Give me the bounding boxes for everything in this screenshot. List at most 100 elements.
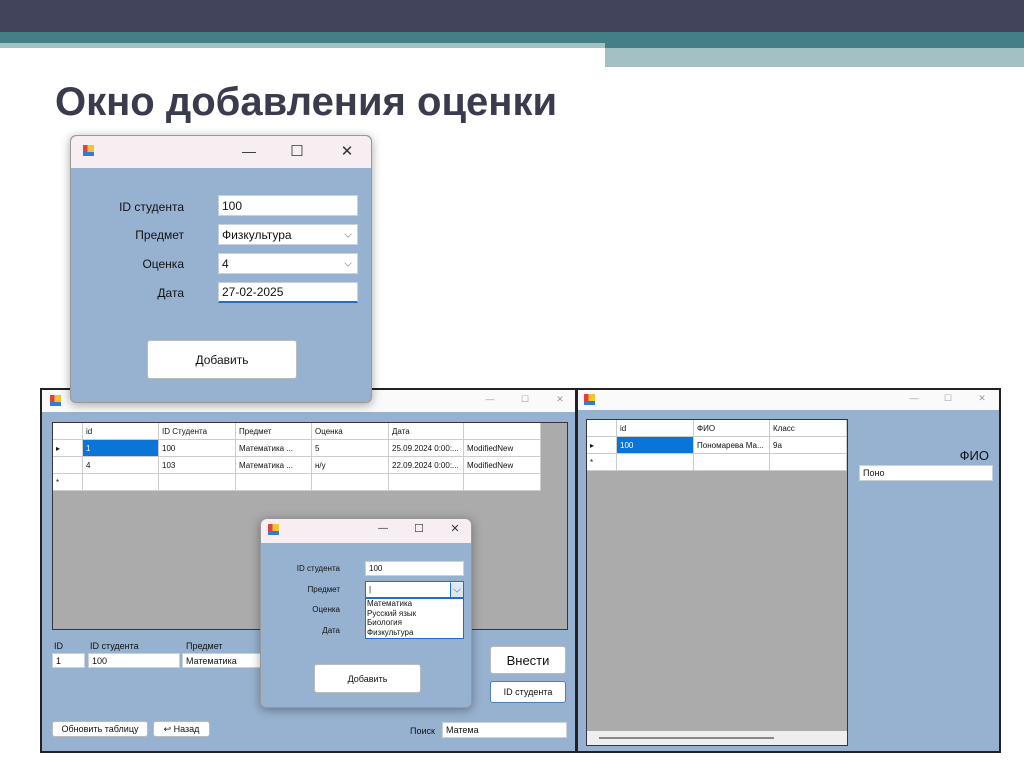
corner-header[interactable] [53,423,83,440]
refresh-table-button[interactable]: Обновить таблицу [52,721,148,737]
add-grade-dialog-dropdown: — ☐ ✕ ID студента Предмет Оценка Дата 10… [260,518,472,708]
close-button[interactable]: ✕ [337,142,357,160]
column-header[interactable] [464,423,541,440]
app-icon [50,395,61,406]
title-bar: — ☐ ✕ [578,390,999,410]
column-header[interactable]: Предмет [236,423,312,440]
slide-title: Окно добавления оценки [55,80,558,124]
chevron-down-icon: ⌵ [344,258,352,269]
add-button[interactable]: Добавить [147,340,297,379]
table-cell[interactable]: 103 [159,457,236,474]
column-header[interactable]: Дата [389,423,464,440]
close-button[interactable]: ✕ [974,393,990,404]
close-button[interactable]: ✕ [448,522,462,535]
grade-label: Оценка [312,605,340,614]
student-id-input[interactable]: 100 [88,653,180,668]
maximize-button[interactable]: ☐ [517,394,533,405]
horizontal-scrollbar[interactable] [587,731,847,745]
column-header[interactable]: Класс [770,420,847,437]
table-cell[interactable]: 22.09.2024 0:00:... [389,457,464,474]
fio-input[interactable]: Поно [859,465,993,481]
table-cell[interactable]: 4 [83,457,159,474]
subject-input[interactable]: Математика [182,653,262,668]
submit-button[interactable]: Внести [490,646,566,674]
new-row-cell[interactable] [770,454,847,471]
table-cell[interactable]: 25.09.2024 0:00:... [389,440,464,457]
column-header[interactable]: ФИО [694,420,770,437]
table-cell[interactable]: 9а [770,437,847,454]
student-id-label: ID студента [90,641,139,651]
subject-select[interactable]: | ⌵ [365,581,464,598]
column-header[interactable]: Оценка [312,423,389,440]
app-icon [584,394,595,405]
subject-label: Предмет [186,641,223,651]
maximize-button[interactable]: ☐ [412,522,426,535]
table-cell[interactable]: н/у [312,457,389,474]
scrollbar-thumb[interactable] [599,737,774,739]
new-row-cell[interactable] [83,474,159,491]
table-cell[interactable]: 100 [617,437,694,454]
search-input[interactable]: Матема [442,722,567,738]
students-window: — ☐ ✕ id ФИО Класс ▸ 100 Пономарева Ма... 9а * … [576,388,1001,753]
dropdown-option[interactable]: Математика [367,599,463,609]
date-input[interactable]: 27-02-2025 [218,282,358,303]
column-header[interactable]: id [83,423,159,440]
students-table[interactable]: id ФИО Класс ▸ 100 Пономарева Ма... 9а * [586,419,848,746]
close-button[interactable]: ✕ [552,394,568,405]
table-cell[interactable]: Математика ... [236,457,312,474]
corner-header[interactable] [587,420,617,437]
fio-label: ФИО [959,448,989,463]
new-row-cell[interactable] [159,474,236,491]
row-header[interactable]: ▸ [53,440,83,457]
chevron-down-icon[interactable]: ⌵ [450,582,463,597]
row-header[interactable]: * [53,474,83,491]
maximize-button[interactable]: ☐ [940,393,956,404]
slide-accent-strip [605,48,1024,67]
student-id-button[interactable]: ID студента [490,681,566,703]
minimize-button[interactable]: — [482,394,498,404]
new-row-cell[interactable] [464,474,541,491]
subject-label: Предмет [307,585,341,594]
row-header[interactable]: * [587,454,617,471]
grade-value: 4 [222,256,229,271]
table-cell[interactable]: 5 [312,440,389,457]
new-row-cell[interactable] [389,474,464,491]
minimize-button[interactable]: — [906,393,922,403]
slide-accent-strip [0,43,605,48]
minimize-button[interactable]: — [376,523,390,534]
grade-label: Оценка [142,257,184,271]
add-button[interactable]: Добавить [314,664,421,693]
table-cell[interactable]: Пономарева Ма... [694,437,770,454]
id-input[interactable]: 1 [52,653,85,668]
new-row-cell[interactable] [617,454,694,471]
table-cell[interactable]: ModifiedNew [464,440,541,457]
table-cell[interactable]: 100 [159,440,236,457]
date-label: Дата [157,286,184,300]
column-header[interactable]: id [617,420,694,437]
column-header[interactable]: ID Студента [159,423,236,440]
slide-top-bar [0,0,1024,32]
dropdown-option[interactable]: Физкультура [367,628,463,638]
subject-value: | [369,585,372,594]
row-header[interactable]: ▸ [587,437,617,454]
new-row-cell[interactable] [694,454,770,471]
new-row-cell[interactable] [312,474,389,491]
dropdown-option[interactable]: Биология [367,618,463,628]
maximize-button[interactable]: ☐ [287,142,307,160]
subject-select[interactable]: Физкультура ⌵ [218,224,358,245]
table-cell[interactable]: Математика ... [236,440,312,457]
app-icon [83,145,94,156]
student-id-input[interactable]: 100 [218,195,358,216]
table-cell[interactable]: ModifiedNew [464,457,541,474]
new-row-cell[interactable] [236,474,312,491]
table-cell[interactable]: 1 [83,440,159,457]
row-header[interactable] [53,457,83,474]
grade-select[interactable]: 4 ⌵ [218,253,358,274]
back-button[interactable]: ↩ Назад [153,721,210,737]
minimize-button[interactable]: — [239,143,259,159]
app-icon [268,524,279,535]
subject-dropdown-list: Математика Русский язык Биология Физкуль… [365,598,464,639]
dropdown-option[interactable]: Русский язык [367,609,463,619]
student-id-input[interactable]: 100 [365,561,464,576]
subject-value: Физкультура [222,227,292,242]
